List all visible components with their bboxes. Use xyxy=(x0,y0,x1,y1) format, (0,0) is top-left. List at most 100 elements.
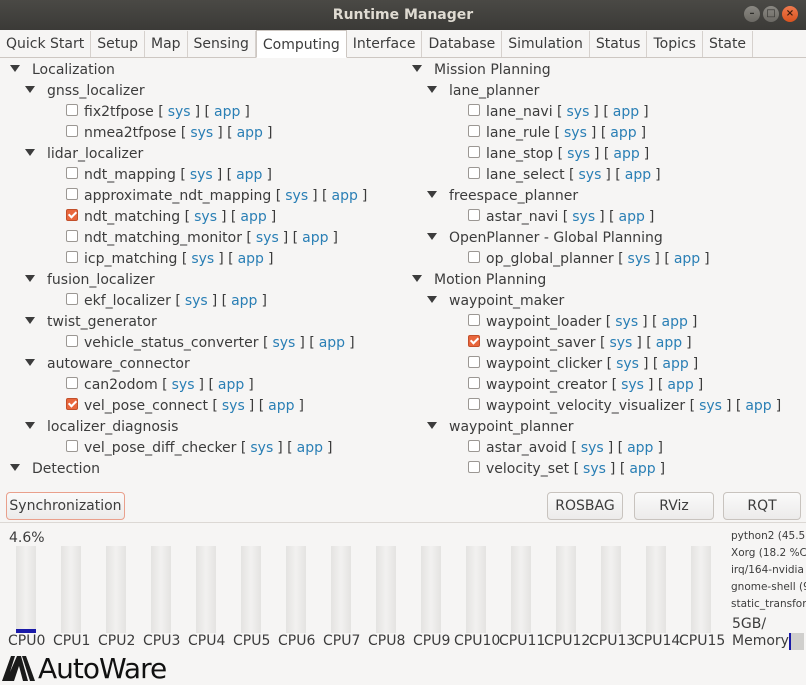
sys-link[interactable]: sys xyxy=(579,461,610,477)
sys-link[interactable]: sys xyxy=(563,104,594,120)
expand-arrow-icon[interactable] xyxy=(10,463,20,471)
app-link[interactable]: app xyxy=(234,251,268,267)
node-checkbox[interactable] xyxy=(468,398,480,410)
sys-link[interactable]: sys xyxy=(563,146,594,162)
node-checkbox[interactable] xyxy=(66,440,78,452)
tree-group[interactable]: waypoint_planner xyxy=(427,417,574,438)
tab-status[interactable]: Status xyxy=(590,31,648,57)
tree-group[interactable]: gnss_localizer xyxy=(25,81,145,102)
node-checkbox[interactable] xyxy=(468,146,480,158)
app-link[interactable]: app xyxy=(609,146,643,162)
node-checkbox[interactable] xyxy=(468,440,480,452)
app-link[interactable]: app xyxy=(658,314,692,330)
sys-link[interactable]: sys xyxy=(624,251,655,267)
app-link[interactable]: app xyxy=(232,167,266,183)
tab-computing[interactable]: Computing xyxy=(255,30,347,58)
tree-group[interactable]: lane_planner xyxy=(427,81,539,102)
expand-arrow-icon[interactable] xyxy=(25,85,35,93)
node-checkbox[interactable] xyxy=(66,251,78,263)
tab-quick-start[interactable]: Quick Start xyxy=(0,31,92,57)
expand-arrow-icon[interactable] xyxy=(427,232,437,240)
sys-link[interactable]: sys xyxy=(560,125,591,141)
node-checkbox[interactable] xyxy=(66,104,78,116)
expand-arrow-icon[interactable] xyxy=(427,85,437,93)
expand-arrow-icon[interactable] xyxy=(412,64,422,72)
expand-arrow-icon[interactable] xyxy=(427,190,437,198)
tree-group[interactable]: Mission Planning xyxy=(412,60,551,81)
tree-group[interactable]: Motion Planning xyxy=(412,270,546,291)
sys-link[interactable]: sys xyxy=(268,335,299,351)
node-checkbox[interactable] xyxy=(468,356,480,368)
tree-group[interactable]: freespace_planner xyxy=(427,186,578,207)
app-link[interactable]: app xyxy=(658,356,692,372)
node-checkbox[interactable] xyxy=(468,461,480,473)
node-checkbox[interactable] xyxy=(468,209,480,221)
node-checkbox[interactable] xyxy=(66,125,78,137)
sys-link[interactable]: sys xyxy=(164,104,195,120)
sys-link[interactable]: sys xyxy=(577,440,608,456)
tree-group[interactable]: Localization xyxy=(10,60,115,81)
minimize-icon[interactable]: – xyxy=(744,6,760,22)
expand-arrow-icon[interactable] xyxy=(427,295,437,303)
node-checkbox[interactable] xyxy=(468,167,480,179)
app-link[interactable]: app xyxy=(233,125,267,141)
tab-simulation[interactable]: Simulation xyxy=(502,31,590,57)
sys-link[interactable]: sys xyxy=(246,440,277,456)
close-icon[interactable]: × xyxy=(782,6,798,22)
expand-arrow-icon[interactable] xyxy=(412,274,422,282)
maximize-icon[interactable]: □ xyxy=(763,6,779,22)
sys-link[interactable]: sys xyxy=(605,335,636,351)
app-link[interactable]: app xyxy=(625,461,659,477)
app-link[interactable]: app xyxy=(652,335,686,351)
node-checkbox[interactable] xyxy=(66,209,78,221)
sys-link[interactable]: sys xyxy=(218,398,249,414)
app-link[interactable]: app xyxy=(621,167,655,183)
tree-group[interactable]: waypoint_maker xyxy=(427,291,564,312)
app-link[interactable]: app xyxy=(210,104,244,120)
tab-setup[interactable]: Setup xyxy=(91,31,145,57)
rqt-button[interactable]: RQT xyxy=(723,492,801,520)
tree-group[interactable]: Detection xyxy=(10,459,100,480)
app-link[interactable]: app xyxy=(615,209,649,225)
tree-group[interactable]: twist_generator xyxy=(25,312,157,333)
tab-interface[interactable]: Interface xyxy=(347,31,423,57)
tab-state[interactable]: State xyxy=(703,31,754,57)
tab-database[interactable]: Database xyxy=(422,31,503,57)
app-link[interactable]: app xyxy=(328,188,362,204)
sys-link[interactable]: sys xyxy=(612,356,643,372)
node-checkbox[interactable] xyxy=(66,167,78,179)
node-checkbox[interactable] xyxy=(468,377,480,389)
sys-link[interactable]: sys xyxy=(187,251,218,267)
sys-link[interactable]: sys xyxy=(252,230,283,246)
app-link[interactable]: app xyxy=(609,104,643,120)
app-link[interactable]: app xyxy=(214,377,248,393)
sys-link[interactable]: sys xyxy=(574,167,605,183)
tree-group[interactable]: lidar_localizer xyxy=(25,144,143,165)
tree-group[interactable]: autoware_connector xyxy=(25,354,190,375)
expand-arrow-icon[interactable] xyxy=(25,274,35,282)
app-link[interactable]: app xyxy=(236,209,270,225)
app-link[interactable]: app xyxy=(315,335,349,351)
sys-link[interactable]: sys xyxy=(568,209,599,225)
app-link[interactable]: app xyxy=(741,398,775,414)
sys-link[interactable]: sys xyxy=(281,188,312,204)
app-link[interactable]: app xyxy=(623,440,657,456)
expand-arrow-icon[interactable] xyxy=(25,421,35,429)
node-checkbox[interactable] xyxy=(468,335,480,347)
tree-group[interactable]: localizer_diagnosis xyxy=(25,417,178,438)
tab-sensing[interactable]: Sensing xyxy=(188,31,256,57)
tree-group[interactable]: fusion_localizer xyxy=(25,270,155,291)
node-checkbox[interactable] xyxy=(468,125,480,137)
synchronization-button[interactable]: Synchronization xyxy=(6,492,125,520)
tree-group[interactable]: OpenPlanner - Global Planning xyxy=(427,228,663,249)
expand-arrow-icon[interactable] xyxy=(25,358,35,366)
sys-link[interactable]: sys xyxy=(617,377,648,393)
expand-arrow-icon[interactable] xyxy=(10,64,20,72)
node-checkbox[interactable] xyxy=(66,293,78,305)
node-checkbox[interactable] xyxy=(468,104,480,116)
node-checkbox[interactable] xyxy=(66,398,78,410)
expand-arrow-icon[interactable] xyxy=(427,421,437,429)
tab-topics[interactable]: Topics xyxy=(647,31,703,57)
app-link[interactable]: app xyxy=(670,251,704,267)
app-link[interactable]: app xyxy=(227,293,261,309)
